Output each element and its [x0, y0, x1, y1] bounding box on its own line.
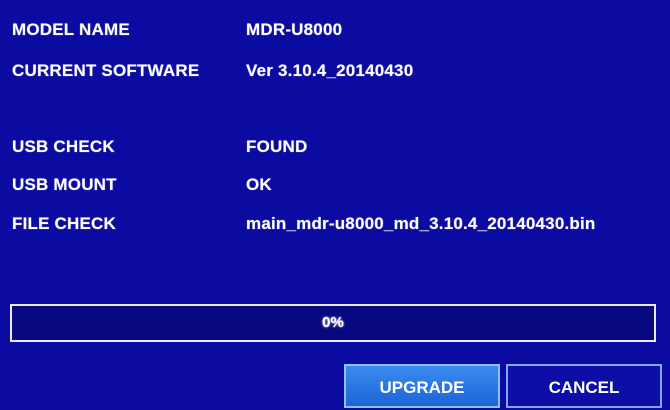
- upgrade-screen: MODEL NAME MDR-U8000 CURRENT SOFTWARE Ve…: [0, 0, 670, 409]
- usb-check-label: USB CHECK: [12, 137, 115, 156]
- cancel-button[interactable]: CANCEL: [506, 364, 662, 408]
- progress-percent-text: 0%: [322, 314, 344, 331]
- usb-mount-label: USB MOUNT: [12, 175, 117, 194]
- file-check-label: FILE CHECK: [12, 214, 116, 233]
- file-check-value: main_mdr-u8000_md_3.10.4_20140430.bin: [246, 214, 596, 233]
- current-software-value: Ver 3.10.4_20140430: [246, 61, 414, 80]
- usb-check-value: FOUND: [246, 137, 308, 156]
- upgrade-button[interactable]: UPGRADE: [344, 364, 500, 408]
- model-name-value: MDR-U8000: [246, 20, 343, 39]
- model-name-label: MODEL NAME: [12, 20, 130, 39]
- upgrade-progress-bar: 0%: [10, 304, 656, 342]
- current-software-label: CURRENT SOFTWARE: [12, 61, 200, 80]
- usb-mount-value: OK: [246, 175, 272, 194]
